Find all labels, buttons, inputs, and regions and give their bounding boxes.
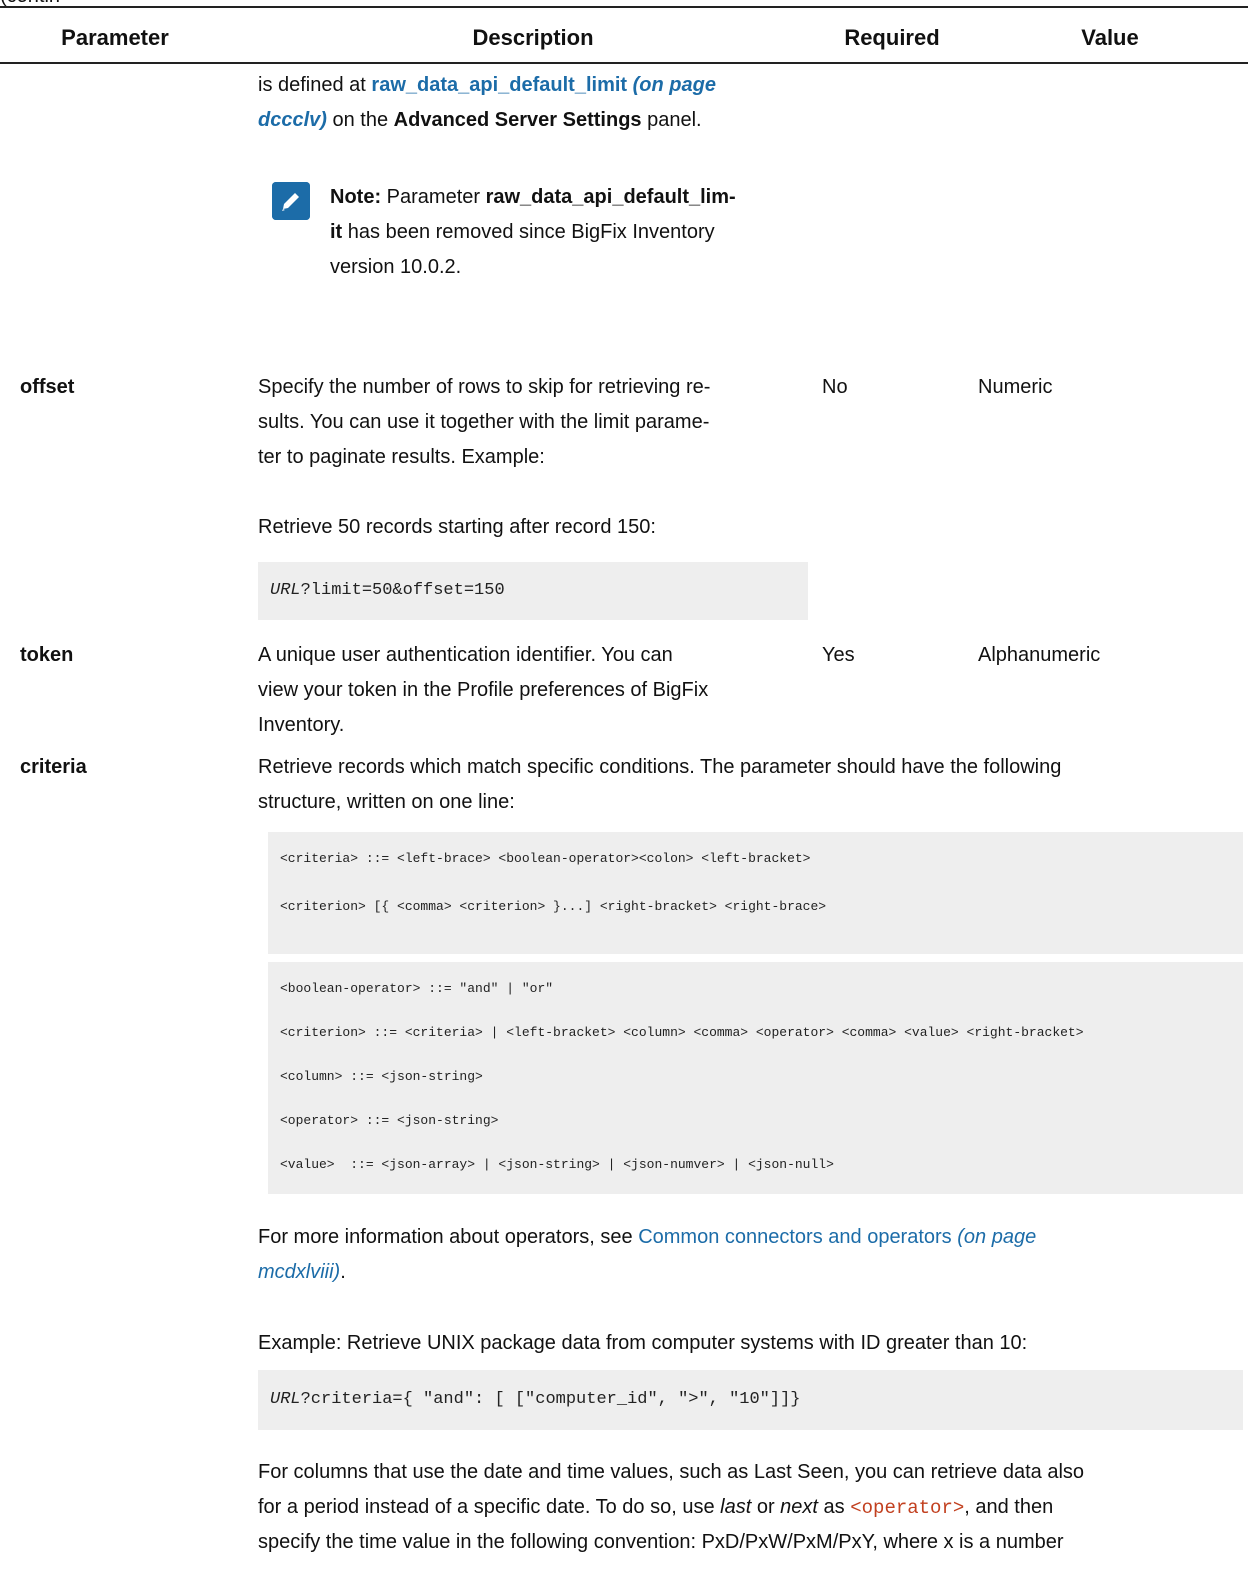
note-icon xyxy=(272,182,310,220)
header-value: Value xyxy=(1081,25,1139,50)
token-required: Yes xyxy=(822,644,855,666)
code-line: <criterion> [{ <comma> <criterion> }...]… xyxy=(280,899,827,914)
offset-desc-line1: Specify the number of rows to skip for r… xyxy=(258,376,711,398)
token-desc-line2: view your token in the Profile preferenc… xyxy=(258,679,709,701)
criteria-final-line1: For columns that use the date and time v… xyxy=(258,1461,1085,1483)
token-desc-line3: Inventory. xyxy=(258,714,345,736)
header-parameter: Parameter xyxy=(61,25,169,50)
offset-code-block: URL?limit=50&offset=150 xyxy=(258,562,808,620)
criteria-desc-line2: structure, written on one line: xyxy=(258,791,515,813)
raw-data-api-default-limit-link[interactable]: raw_data_api_default_limit (on page xyxy=(371,74,716,96)
param-token: token xyxy=(20,644,74,666)
common-connectors-link[interactable]: Common connectors and operators (on page xyxy=(638,1226,1036,1248)
note-line2: it has been removed since BigFix Invento… xyxy=(330,221,715,243)
advanced-server-settings-label: Advanced Server Settings xyxy=(393,109,642,131)
offset-required: No xyxy=(822,376,848,398)
header-required: Required xyxy=(844,25,940,50)
criteria-final-line2: for a period instead of a specific date.… xyxy=(258,1496,1054,1519)
offset-desc-line2: sults. You can use it together with the … xyxy=(258,411,710,433)
offset-example-text: Retrieve 50 records starting after recor… xyxy=(258,516,656,538)
criteria-example-code-block: URL?criteria={ "and": [ ["computer_id", … xyxy=(258,1370,1243,1430)
code-line: <value> ::= <json-array> | <json-string>… xyxy=(280,1157,834,1172)
criteria-example-text: Example: Retrieve UNIX package data from… xyxy=(258,1332,1028,1354)
token-desc-line1: A unique user authentication identifier.… xyxy=(258,644,673,666)
criteria-desc-line1: Retrieve records which match specific co… xyxy=(258,756,1062,778)
code-line: <criteria> ::= <left-brace> <boolean-ope… xyxy=(280,851,811,866)
limit-desc-line2: dccclv) on the Advanced Server Settings … xyxy=(258,109,702,131)
param-criteria: criteria xyxy=(20,756,87,778)
operator-inline-code: <operator> xyxy=(850,1497,965,1519)
table-top-rule xyxy=(0,6,1248,8)
page-ref-link[interactable]: mcdxlviii) xyxy=(258,1261,340,1283)
header-rule xyxy=(0,62,1248,64)
limit-desc-line1: is defined at raw_data_api_default_limit… xyxy=(258,68,716,103)
code-line: <column> ::= <json-string> xyxy=(280,1069,483,1084)
criteria-syntax-code-block-1: <criteria> ::= <left-brace> <boolean-ope… xyxy=(268,832,1243,954)
code-line: <boolean-operator> ::= "and" | "or" xyxy=(280,981,554,996)
page-ref-link[interactable]: dccclv) xyxy=(258,109,327,131)
text: is defined at xyxy=(258,74,372,96)
param-offset: offset xyxy=(20,376,75,398)
offset-value: Numeric xyxy=(978,376,1053,398)
header-description: Description xyxy=(472,25,594,50)
note-line3: version 10.0.2. xyxy=(330,256,462,278)
criteria-final-line3: specify the time value in the following … xyxy=(258,1531,1064,1553)
code-line: <criterion> ::= <criteria> | <left-brack… xyxy=(280,1025,1084,1040)
criteria-more-info-line2: mcdxlviii). xyxy=(258,1261,346,1283)
code-line: <operator> ::= <json-string> xyxy=(280,1113,499,1128)
offset-desc-line3: ter to paginate results. Example: xyxy=(258,446,545,468)
criteria-syntax-code-block-2: <boolean-operator> ::= "and" | "or" <cri… xyxy=(268,962,1243,1194)
note-line1: Note: Parameter raw_data_api_default_lim… xyxy=(330,186,736,208)
criteria-more-info-line1: For more information about operators, se… xyxy=(258,1226,1037,1248)
token-value: Alphanumeric xyxy=(978,644,1101,666)
